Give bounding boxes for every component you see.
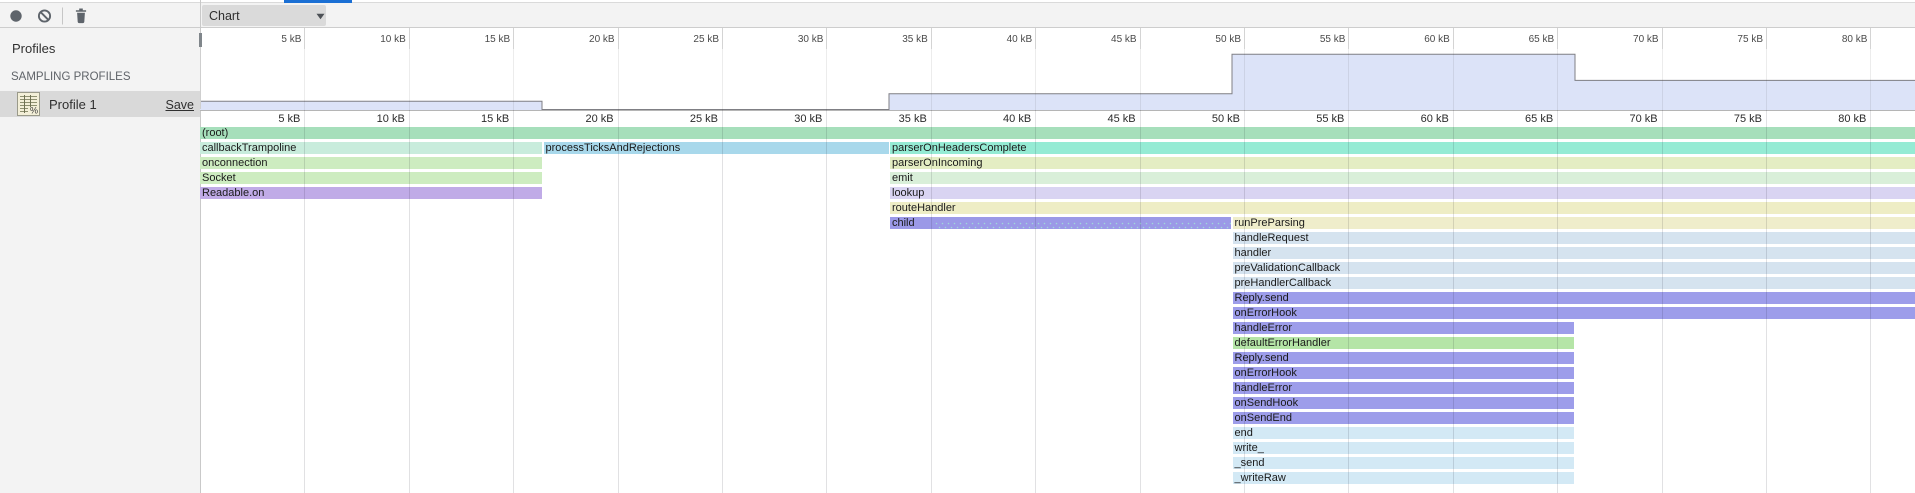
svg-text:%: %	[30, 106, 38, 116]
